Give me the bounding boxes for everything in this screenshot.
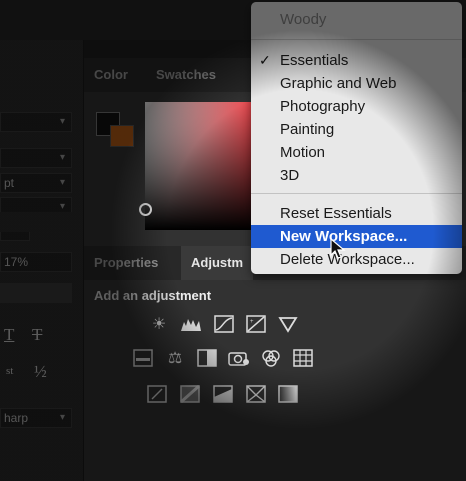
chevron-down-icon: ▾ [59,177,65,188]
chevron-down-icon: ▾ [59,412,65,423]
add-adjustment-bold: adjustment [141,288,212,303]
chevron-down-icon: ▾ [59,116,65,127]
brightness-contrast-icon[interactable]: ☀ [148,314,170,334]
checkmark-icon: ✓ [259,52,271,68]
fraction-icon[interactable]: ½ [34,362,47,382]
add-adjustment-label: Add an adjustment [94,288,211,303]
hue-saturation-icon[interactable] [132,348,154,368]
picker-cursor[interactable] [139,203,152,216]
tab-swatches[interactable]: Swatches [156,58,216,92]
menu-item-delete-workspace[interactable]: Delete Workspace... [251,248,462,271]
menu-item-3d[interactable]: 3D [251,164,462,187]
photo-filter-icon[interactable] [228,348,250,368]
left-dropdown-1[interactable]: ▾ [0,112,72,132]
mouse-pointer-icon [330,238,346,259]
tab-properties[interactable]: Properties [94,246,158,280]
left-options-panel: ▾ ▾ pt ▾ ▾ 17% T T st ½ harp ▾ [0,40,84,481]
menu-item-photography[interactable]: Photography [251,95,462,118]
vibrance-icon[interactable] [277,314,299,334]
menu-item-essentials-label: Essentials [280,52,349,69]
menu-item-new-workspace[interactable]: New Workspace... [251,225,462,248]
menu-separator [251,39,462,40]
strikethrough-icon[interactable]: T [32,325,42,345]
antialias-dropdown[interactable]: harp ▾ [0,408,72,428]
gradient-map-icon[interactable] [277,384,299,404]
left-color-field[interactable] [0,283,72,303]
chevron-down-icon: ▾ [59,152,65,163]
invert-icon[interactable] [146,384,168,404]
color-picker-field[interactable] [145,102,253,230]
menu-item-graphic-web[interactable]: Graphic and Web [251,72,462,95]
scale-field[interactable]: 17% [0,252,72,272]
menu-item-reset-essentials[interactable]: Reset Essentials [251,202,462,225]
levels-icon[interactable] [180,314,202,334]
menu-item-motion[interactable]: Motion [251,141,462,164]
color-balance-icon[interactable]: ⚖ [164,348,186,368]
font-size-unit: pt [4,176,15,190]
channel-mixer-icon[interactable] [260,348,282,368]
selective-color-icon[interactable] [245,384,267,404]
ordinal-icon[interactable]: st [6,365,13,377]
exposure-icon[interactable]: + [245,314,267,334]
background-color-swatch[interactable] [110,125,134,147]
menu-separator [251,193,462,194]
curves-icon[interactable] [213,314,235,334]
posterize-icon[interactable] [179,384,201,404]
add-adjustment-text: Add an [94,288,139,303]
black-white-icon[interactable] [196,348,218,368]
antialias-value: harp [4,411,29,425]
threshold-icon[interactable] [212,384,234,404]
menu-item-essentials[interactable]: ✓ Essentials [251,49,462,72]
tab-color[interactable]: Color [94,58,128,92]
left-dropdown-2[interactable]: ▾ [0,148,72,168]
menu-item-painting[interactable]: Painting [251,118,462,141]
svg-text:+: + [250,319,254,325]
left-spacer [0,212,72,232]
workspace-menu: Woody ✓ Essentials Graphic and Web Photo… [251,2,462,274]
scale-value: 17% [4,255,29,269]
color-lookup-icon[interactable] [292,348,314,368]
font-size-field[interactable]: pt ▾ [0,173,72,193]
menu-item-woody[interactable]: Woody [251,8,462,31]
tab-adjustments[interactable]: Adjustm [181,246,253,280]
underline-icon[interactable]: T [4,325,14,345]
